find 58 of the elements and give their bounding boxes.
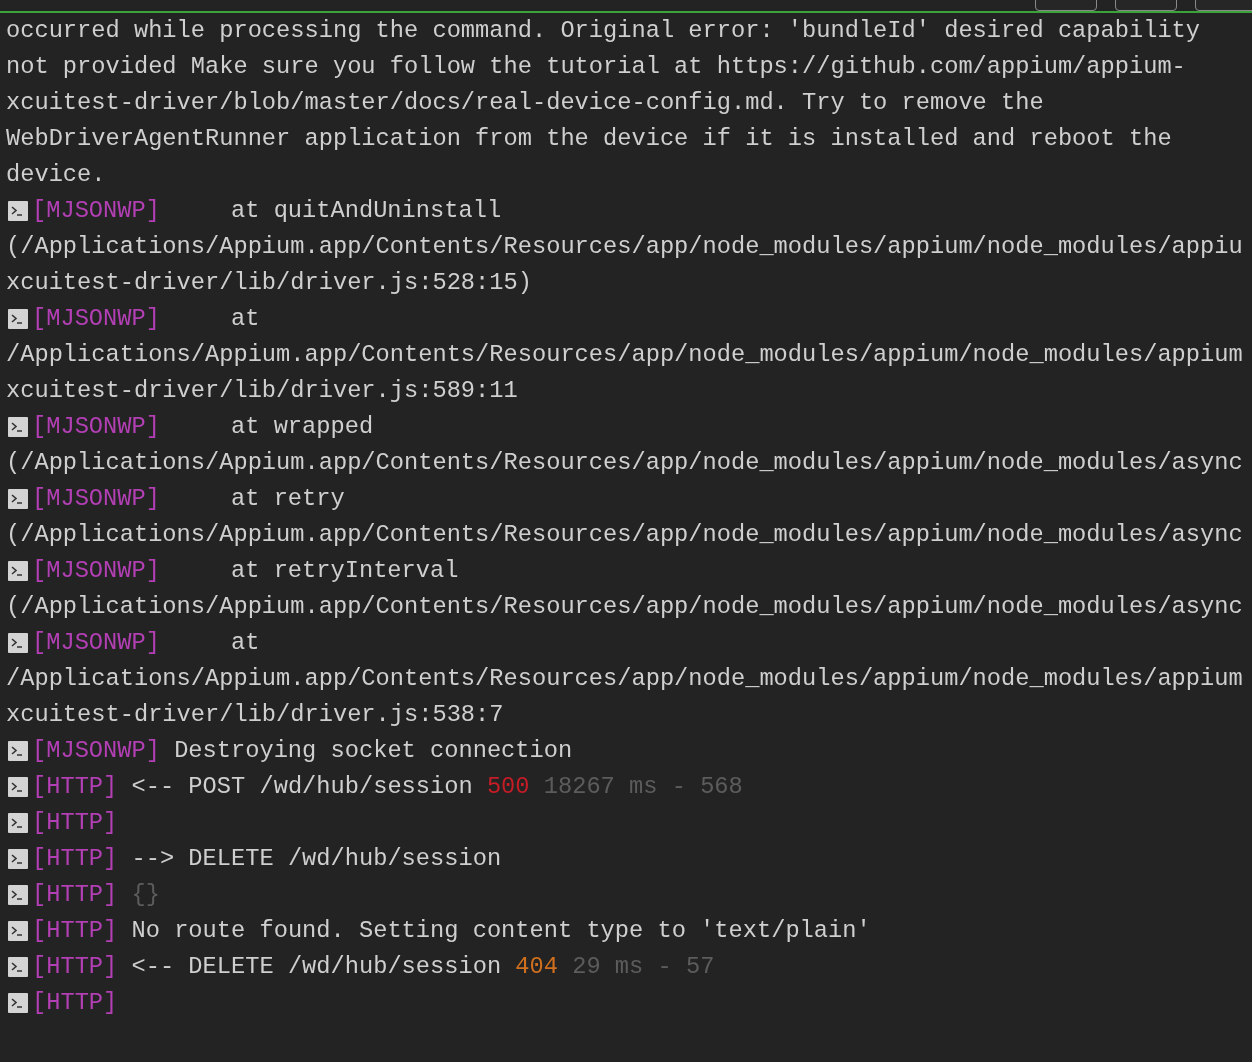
- log-tag: [MJSONWP]: [32, 553, 160, 589]
- log-text: device.: [6, 160, 106, 190]
- terminal-icon: [8, 741, 28, 761]
- log-tag: [HTTP]: [32, 985, 118, 1021]
- log-text: Destroying socket connection: [174, 736, 573, 766]
- log-text: <-- DELETE /wd/hub/session: [131, 952, 502, 982]
- log-tag: [MJSONWP]: [32, 409, 160, 445]
- terminal-icon: [8, 633, 28, 653]
- log-text: xcuitest-driver/lib/driver.js:528:15): [6, 268, 532, 298]
- log-text: (/Applications/Appium.app/Contents/Resources/app/node_modules/appium/node_modules/async: [6, 520, 1243, 550]
- log-text: at quitAndUninstall: [230, 196, 502, 226]
- status-code: 404: [515, 952, 558, 982]
- terminal-icon: [8, 813, 28, 833]
- log-text: WebDriverAgentRunner application from the device if it is installed and reboot the: [6, 124, 1172, 154]
- log-text: xcuitest-driver/lib/driver.js:538:7: [6, 700, 504, 730]
- log-text: at: [230, 304, 260, 334]
- log-tag: [MJSONWP]: [32, 193, 160, 229]
- log-tag: [HTTP]: [32, 949, 118, 985]
- log-text: at wrapped: [230, 412, 374, 442]
- log-tag: [MJSONWP]: [32, 733, 160, 769]
- log-text: <-- POST /wd/hub/session: [131, 772, 473, 802]
- log-detail: 29 ms - 57: [572, 952, 715, 982]
- log-tag: [HTTP]: [32, 769, 118, 805]
- log-text: (/Applications/Appium.app/Contents/Resources/app/node_modules/appium/node_modules/async: [6, 448, 1243, 478]
- terminal-icon: [8, 417, 28, 437]
- log-tag: [MJSONWP]: [32, 625, 160, 661]
- terminal-icon: [8, 885, 28, 905]
- terminal-icon: [8, 201, 28, 221]
- terminal-icon: [8, 309, 28, 329]
- terminal-icon: [8, 777, 28, 797]
- terminal-icon: [8, 993, 28, 1013]
- log-tag: [HTTP]: [32, 841, 118, 877]
- log-text: /Applications/Appium.app/Contents/Resources/app/node_modules/appium/node_modules/appium: [6, 340, 1243, 370]
- log-tag: [HTTP]: [32, 913, 118, 949]
- log-text: at retry: [230, 484, 345, 514]
- log-text: No route found. Setting content type to 'text/plain': [131, 916, 871, 946]
- log-detail: 18267 ms - 568: [543, 772, 743, 802]
- log-text: (/Applications/Appium.app/Contents/Resources/app/node_modules/appium/node_modules/appiu: [6, 232, 1243, 262]
- status-code: 500: [486, 772, 530, 802]
- log-text: xcuitest-driver/blob/master/docs/real-device-config.md. Try to remove the: [6, 88, 1044, 118]
- log-tag: [MJSONWP]: [32, 301, 160, 337]
- log-text: not provided Make sure you follow the tutorial at https://github.com/appium/appium-: [6, 52, 1186, 82]
- log-text: at retryInterval: [230, 556, 459, 586]
- log-tag: [HTTP]: [32, 805, 118, 841]
- terminal-icon: [8, 849, 28, 869]
- log-text: xcuitest-driver/lib/driver.js:589:11: [6, 376, 518, 406]
- log-text: --> DELETE /wd/hub/session: [131, 844, 502, 874]
- log-tag: [MJSONWP]: [32, 481, 160, 517]
- terminal-icon: [8, 921, 28, 941]
- log-detail: {}: [131, 880, 160, 910]
- log-text: /Applications/Appium.app/Contents/Resources/app/node_modules/appium/node_modules/appium: [6, 664, 1243, 694]
- terminal-icon: [8, 489, 28, 509]
- log-text: (/Applications/Appium.app/Contents/Resources/app/node_modules/appium/node_modules/async: [6, 592, 1243, 622]
- log-text: at: [230, 628, 260, 658]
- log-tag: [HTTP]: [32, 877, 118, 913]
- log-text: occurred while processing the command. Original error: 'bundleId' desired capability: [6, 16, 1201, 46]
- terminal-icon: [8, 561, 28, 581]
- terminal-icon: [8, 957, 28, 977]
